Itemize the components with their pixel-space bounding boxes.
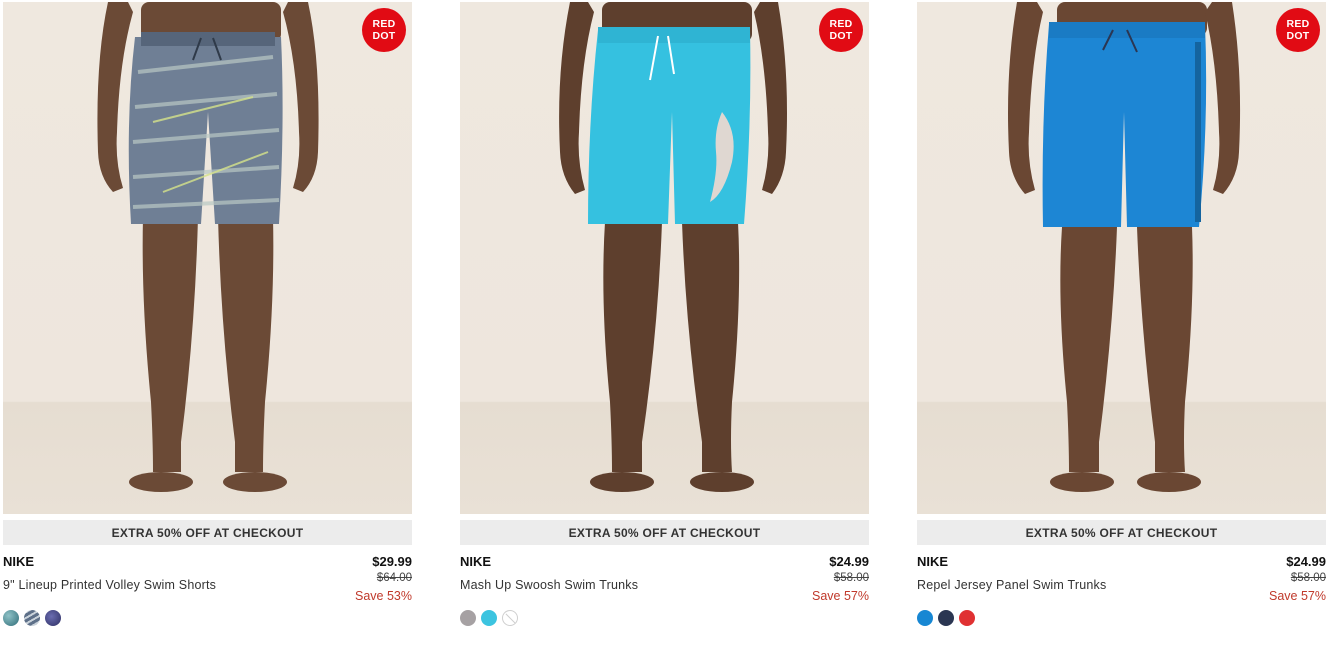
product-name[interactable]: Repel Jersey Panel Swim Trunks [917,578,1106,592]
savings-label: Save 57% [812,589,869,603]
product-brand[interactable]: NIKE [460,554,491,569]
color-swatches [3,610,61,626]
grey-print-swatch[interactable] [24,610,40,626]
product-name[interactable]: Mash Up Swoosh Swim Trunks [460,578,638,592]
savings-label: Save 53% [355,589,412,603]
savings-label: Save 57% [1269,589,1326,603]
product-card[interactable]: RED DOT EXTRA 50% OFF AT CHECKOUT NIKE 9… [3,2,412,626]
unavailable-swatch[interactable] [502,610,518,626]
product-grid: RED DOT EXTRA 50% OFF AT CHECKOUT NIKE 9… [3,2,1326,626]
red-dot-badge: RED DOT [819,8,863,52]
product-info: NIKE 9" Lineup Printed Volley Swim Short… [3,545,412,626]
product-brand[interactable]: NIKE [917,554,948,569]
product-brand[interactable]: NIKE [3,554,34,569]
sale-price: $24.99 [829,554,869,569]
model-illustration [559,2,787,492]
teal-print-swatch[interactable] [3,610,19,626]
aqua-swatch[interactable] [481,610,497,626]
navy-swatch[interactable] [938,610,954,626]
red-dot-badge: RED DOT [362,8,406,52]
red-dot-badge: RED DOT [1276,8,1320,52]
product-info: NIKE Mash Up Swoosh Swim Trunks $24.99 $… [460,545,869,626]
promo-banner: EXTRA 50% OFF AT CHECKOUT [917,520,1326,545]
product-card[interactable]: RED DOT EXTRA 50% OFF AT CHECKOUT NIKE R… [917,2,1326,626]
blue-swatch[interactable] [917,610,933,626]
product-image[interactable]: RED DOT [460,2,869,514]
grey-swatch[interactable] [460,610,476,626]
red-swatch[interactable] [959,610,975,626]
product-info: NIKE Repel Jersey Panel Swim Trunks $24.… [917,545,1326,626]
color-swatches [917,610,975,626]
product-image[interactable]: RED DOT [3,2,412,514]
color-swatches [460,610,518,626]
original-price: $58.00 [1290,572,1326,584]
promo-banner: EXTRA 50% OFF AT CHECKOUT [3,520,412,545]
product-name[interactable]: 9" Lineup Printed Volley Swim Shorts [3,578,216,592]
product-card[interactable]: RED DOT EXTRA 50% OFF AT CHECKOUT NIKE M… [460,2,869,626]
promo-banner: EXTRA 50% OFF AT CHECKOUT [460,520,869,545]
original-price: $64.00 [376,572,412,584]
product-image[interactable]: RED DOT [917,2,1326,514]
original-price: $58.00 [833,572,869,584]
model-illustration [97,2,319,492]
navy-print-swatch[interactable] [45,610,61,626]
sale-price: $24.99 [1286,554,1326,569]
sale-price: $29.99 [372,554,412,569]
model-illustration [1008,2,1241,492]
